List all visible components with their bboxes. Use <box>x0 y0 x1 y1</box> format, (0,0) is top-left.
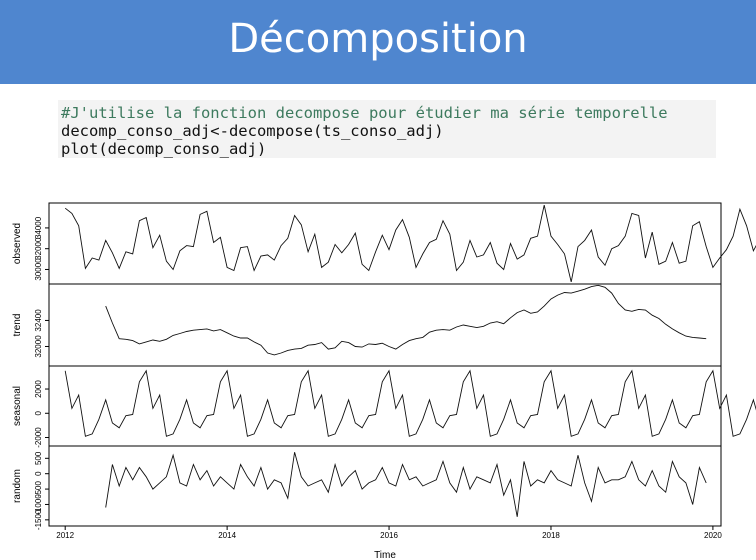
x-tick-label: 2016 <box>380 531 398 540</box>
x-tick-label: 2020 <box>704 531 722 540</box>
y-tick-label-seasonal: 0 <box>34 410 43 415</box>
code-line-decompose: decomp_conso_adj<-decompose(ts_conso_adj… <box>61 122 444 140</box>
panel-label-trend: trend <box>12 314 23 337</box>
panel-frame-random <box>48 445 722 527</box>
code-block: #J'utilise la fonction decompose pour ét… <box>58 100 716 158</box>
series-line-trend <box>105 284 707 356</box>
panel-frame-trend <box>48 283 722 367</box>
page-title: Décomposition <box>228 16 528 62</box>
x-tick-label: 2012 <box>56 531 74 540</box>
title-banner: Décomposition <box>0 0 756 84</box>
x-tick-label: 2018 <box>542 531 560 540</box>
y-tick-label-random: -500 <box>34 481 43 498</box>
y-tick-label-observed: 34000 <box>34 216 43 239</box>
y-tick-label-trend: 32400 <box>34 309 43 332</box>
series-line-observed <box>64 205 756 283</box>
code-comment-line: #J'utilise la fonction decompose pour ét… <box>61 104 668 122</box>
y-tick-label-seasonal: 2000 <box>34 380 43 398</box>
y-tick-label-observed: 32000 <box>34 237 43 260</box>
panel-label-random: random <box>12 469 23 503</box>
panel-label-seasonal: seasonal <box>12 386 23 426</box>
y-tick-label-random: 0 <box>34 471 43 476</box>
series-line-seasonal <box>64 369 756 437</box>
y-tick-label-seasonal: -2000 <box>34 427 43 448</box>
code-line-plot: plot(decomp_conso_adj) <box>61 140 267 158</box>
x-axis-label: Time <box>374 550 396 560</box>
x-tick-label: 2014 <box>218 531 236 540</box>
series-line-random <box>105 452 707 517</box>
y-tick-label-observed: 30000 <box>34 258 43 281</box>
panel-label-observed: observed <box>12 223 23 264</box>
y-tick-label-random: 500 <box>34 451 43 465</box>
y-tick-label-trend: 32000 <box>34 335 43 358</box>
decomposition-plot: 300003200034000observed3200032400trend-2… <box>12 202 756 560</box>
